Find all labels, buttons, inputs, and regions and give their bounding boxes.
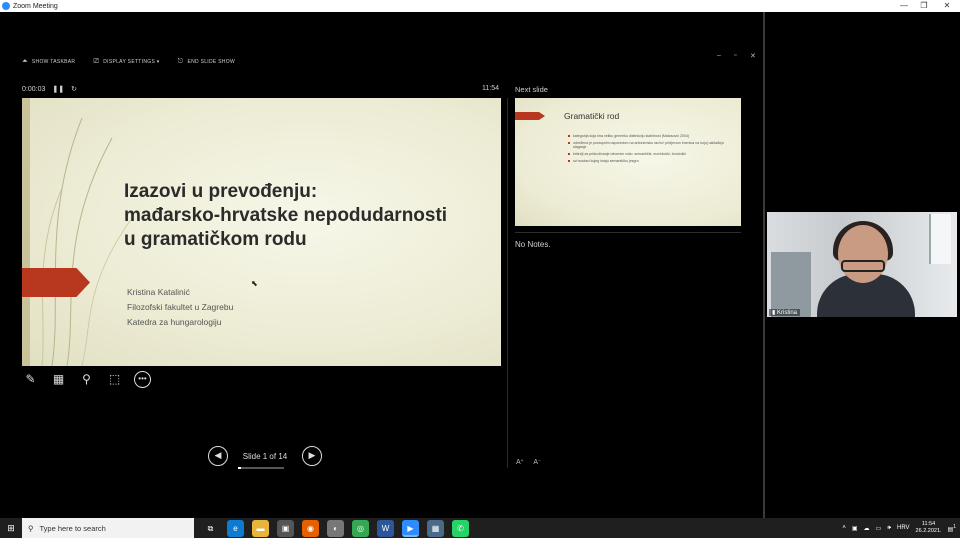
presenter-toolbar: ⏶ SHOW TASKBAR ⎚ DISPLAY SETTINGS ▾ ⎋ END S… [22, 58, 235, 68]
notification-icon[interactable]: ▤1 [948, 524, 956, 533]
word-icon[interactable]: W [377, 519, 394, 537]
firefox-icon[interactable]: ◉ [302, 519, 319, 537]
zoom-icon[interactable]: ⚲ [78, 371, 95, 388]
show-taskbar-button[interactable]: ⏶ SHOW TASKBAR [22, 58, 75, 68]
taskbar-icon: ⏶ [22, 58, 28, 65]
language-indicator[interactable]: HRV [897, 525, 910, 531]
participant-face [838, 225, 888, 283]
video-background-window [929, 214, 951, 264]
list-item: kategorija koja ima veliku generiku dist… [568, 134, 738, 138]
file-explorer-icon[interactable]: ▬ [252, 519, 269, 537]
tray-chevron-up-icon[interactable]: ˄ [842, 525, 846, 531]
current-slide[interactable]: Izazovi u prevođenju: mađarsko-hrvatske … [22, 98, 501, 366]
presenter-vertical-separator[interactable] [507, 98, 508, 468]
decrease-font-icon[interactable]: Aᐨ [533, 458, 540, 466]
taskbar-apps: ⧉ e ▬ ▣ ◉ ◐ ◎ W ▶ ▦ ✆ [202, 519, 469, 537]
slide-navigation: ◀ Slide 1 of 14 ▶ [208, 446, 322, 469]
participant-name-label: ▮ Kristina [769, 309, 800, 316]
whatsapp-icon[interactable]: ✆ [452, 519, 469, 537]
pause-timer-icon[interactable]: ❚❚ [52, 85, 64, 93]
taskbar-search-input[interactable]: ⚲ Type here to search [22, 518, 194, 538]
slide-progress-fill [238, 466, 242, 469]
network-icon[interactable]: ▭ [876, 525, 882, 532]
close-button[interactable]: ✕ [936, 0, 958, 12]
presenter-close-icon[interactable]: ✕ [750, 52, 756, 60]
notes-font-controls: Aᐩ Aᐨ [516, 458, 541, 466]
slide-subtitle: Kristina Katalinić Filozofski fakultet u… [127, 287, 234, 327]
onedrive-icon[interactable]: ☁ [864, 525, 870, 532]
slide-progress-bar [238, 466, 284, 469]
next-slide-red-arrow [515, 112, 545, 120]
reset-timer-icon[interactable]: ↻ [71, 85, 77, 93]
notes-separator [515, 232, 741, 233]
participant-video[interactable]: ▮ Kristina [767, 212, 957, 317]
next-slide-bullets: kategorija koja ima veliku generiku dist… [568, 134, 738, 166]
presenter-minimize-icon[interactable]: – [717, 52, 721, 59]
calculator-icon[interactable]: ▦ [427, 519, 444, 537]
next-slide-title: Gramatički rod [564, 111, 620, 121]
panel-divider[interactable] [763, 12, 765, 518]
windows-taskbar: ⊞ ⚲ Type here to search ⧉ e ▬ ▣ ◉ ◐ ◎ W … [0, 518, 960, 538]
taskbar-clock[interactable]: 11:54 26.2.2021. [916, 521, 942, 535]
zoom-taskbar-icon[interactable]: ▶ [402, 519, 419, 537]
presenter-restore-icon[interactable]: ▫ [734, 52, 736, 59]
speaker-notes[interactable]: No Notes. [515, 240, 551, 249]
chrome-icon[interactable]: ◎ [352, 519, 369, 537]
increase-font-icon[interactable]: Aᐩ [516, 458, 523, 466]
search-icon: ⚲ [28, 523, 34, 533]
window-titlebar: Zoom Meeting — ❐ ✕ [0, 0, 960, 12]
list-item: određena je postupnim usporedom na anton… [568, 141, 738, 150]
volume-icon[interactable]: 🕪 [887, 525, 891, 532]
next-slide-preview[interactable]: Gramatički rod kategorija koja ima velik… [515, 98, 741, 226]
pointer-screen-icon[interactable]: ⬚ [106, 371, 123, 388]
minimize-button[interactable]: — [893, 0, 915, 12]
timer: 0:00:03 ❚❚ ↻ [22, 85, 77, 94]
maximize-button[interactable]: ❐ [913, 0, 935, 12]
task-view-icon[interactable]: ⧉ [202, 520, 219, 537]
zoom-logo-icon [2, 2, 10, 10]
edge-icon[interactable]: e [227, 519, 244, 537]
elapsed-time: 0:00:03 [22, 85, 46, 93]
previous-slide-button[interactable]: ◀ [208, 446, 228, 466]
presenter-tools: ✎ ▦ ⚲ ⬚ ••• [22, 371, 151, 388]
display-settings-button[interactable]: ⎚ DISPLAY SETTINGS ▾ [93, 58, 159, 68]
list-item: kriteriji za pridruživanje izbornim rodu… [568, 152, 738, 156]
slides-grid-icon[interactable]: ▦ [50, 371, 67, 388]
window-title: Zoom Meeting [13, 2, 58, 10]
tray-app-icon[interactable]: ▣ [852, 525, 858, 532]
signal-icon: ▮ [772, 310, 776, 316]
slide-red-arrow [22, 268, 90, 297]
slide-counter[interactable]: Slide 1 of 14 [238, 452, 292, 469]
display-icon: ⎚ [93, 58, 100, 65]
app-icon[interactable]: ◐ [327, 519, 344, 537]
mouse-cursor-icon: ⬉ [251, 279, 258, 288]
system-tray: ˄ ▣ ☁ ▭ 🕪 HRV 11:54 26.2.2021. ▤1 [842, 518, 960, 538]
store-icon[interactable]: ▣ [277, 519, 294, 537]
list-item: svi sustavi kojeg imaju semantičku jezgr… [568, 159, 738, 163]
participant-glasses [841, 260, 885, 272]
more-icon[interactable]: ••• [134, 371, 151, 388]
presenter-clock: 11:54 [482, 85, 499, 92]
next-slide-button[interactable]: ▶ [302, 446, 322, 466]
end-slide-show-button[interactable]: ⎋ END SLIDE SHOW [178, 58, 235, 68]
windows-start-icon[interactable]: ⊞ [0, 518, 22, 538]
end-show-icon: ⎋ [177, 58, 184, 65]
pen-icon[interactable]: ✎ [22, 371, 39, 388]
video-background-shelf [771, 252, 811, 317]
slide-title: Izazovi u prevođenju: mađarsko-hrvatske … [124, 181, 448, 250]
next-slide-label: Next slide [515, 85, 548, 94]
